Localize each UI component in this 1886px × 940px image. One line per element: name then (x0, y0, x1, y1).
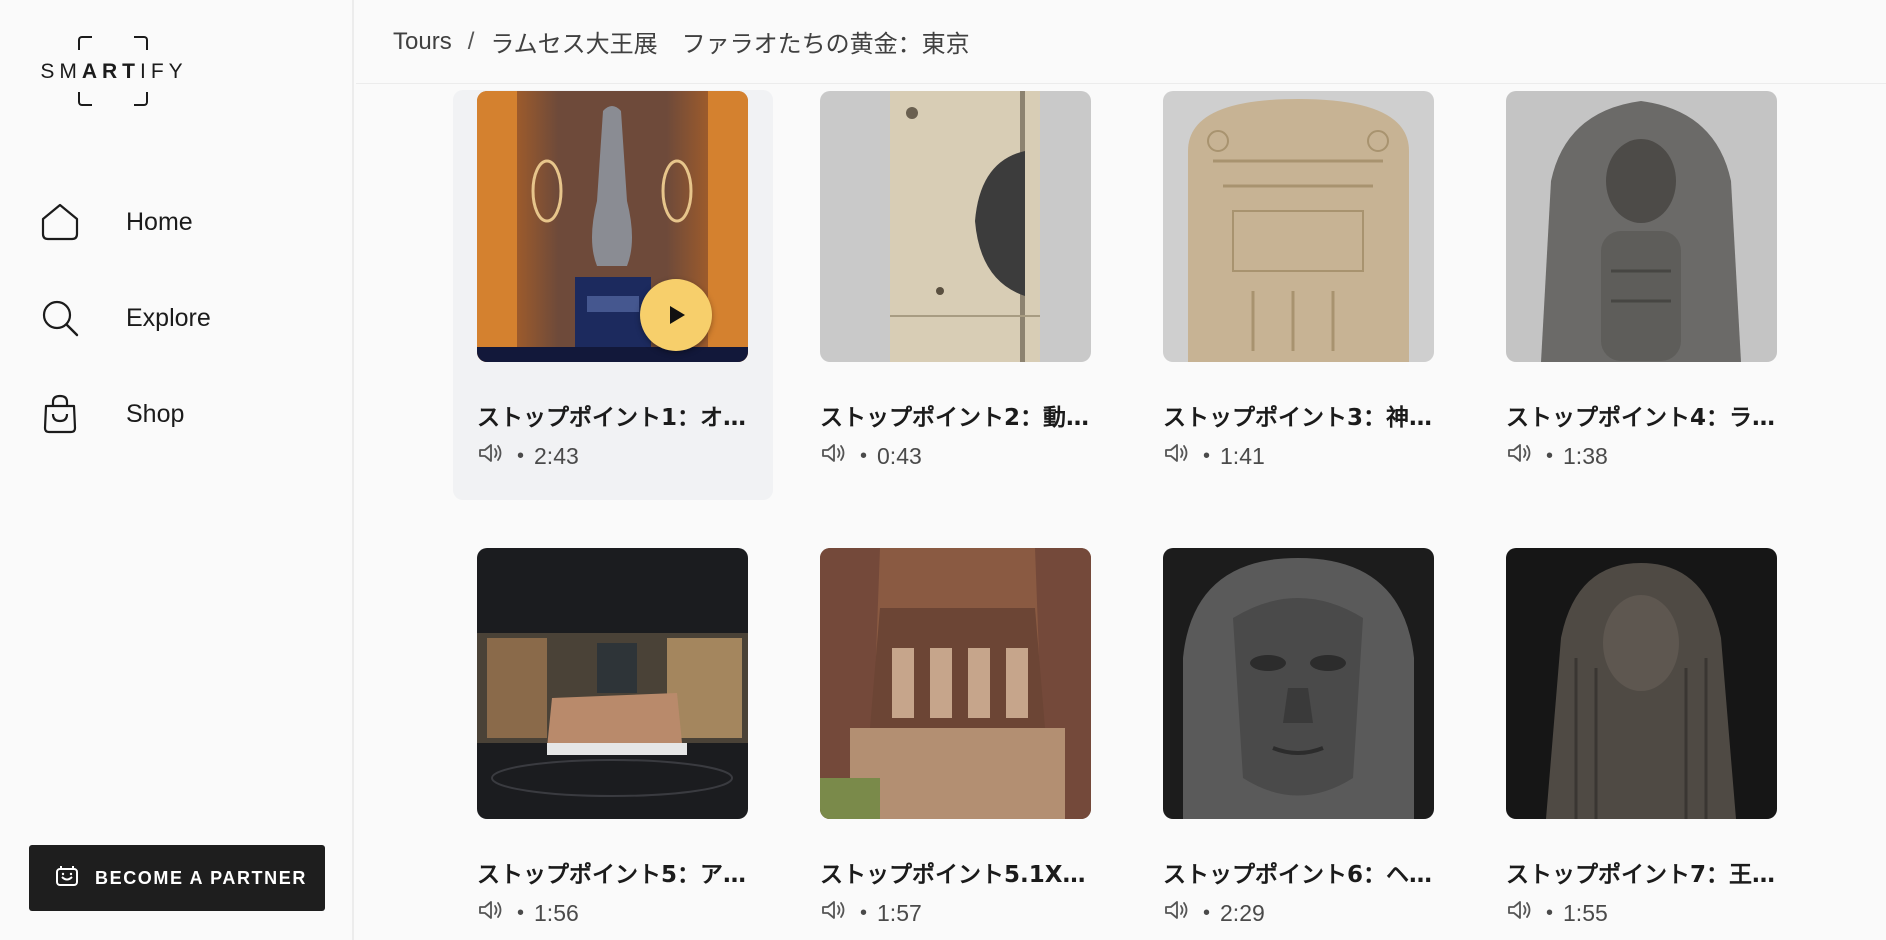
stop-grid: ストップポイント1：オ… • 2:43 ストップポイント2：動… • 0:43 … (453, 90, 1873, 940)
sidebar: SMARTIFY Home Explore Shop BECOME A PART… (0, 0, 354, 940)
speaker-icon (1163, 442, 1191, 470)
breadcrumb-current: ラムセス大王展 ファラオたちの黄金：東京 (490, 31, 970, 58)
speaker-icon (477, 899, 505, 927)
stop-thumbnail (820, 91, 1091, 362)
logo-text-post: IFY (140, 60, 188, 83)
stop-title: ストップポイント2：動… (820, 405, 1090, 431)
meta-separator: • (1203, 444, 1211, 467)
stop-meta: • 0:43 (820, 442, 922, 470)
stop-meta: • 2:43 (477, 442, 579, 470)
stop-duration: 1:56 (534, 899, 579, 926)
logo-wordmark: SMARTIFY (36, 60, 192, 84)
speaker-icon (820, 899, 848, 927)
speaker-icon (1506, 442, 1534, 470)
stop-meta: • 2:29 (1163, 899, 1265, 927)
speaker-icon (477, 442, 505, 470)
stop-thumbnail (477, 548, 748, 819)
speaker-icon (1506, 899, 1534, 927)
meta-separator: • (1546, 901, 1554, 924)
play-button[interactable] (640, 279, 712, 351)
nav-item-shop[interactable]: Shop (36, 386, 211, 442)
play-icon (670, 306, 685, 324)
logo-corner (134, 36, 148, 50)
stop-meta: • 1:55 (1506, 899, 1608, 927)
logo-text-bold: ART (81, 60, 140, 83)
stop-meta: • 1:41 (1163, 442, 1265, 470)
meta-separator: • (860, 901, 868, 924)
stop-thumbnail (820, 548, 1091, 819)
stop-card-3[interactable]: ストップポイント3：神… • 1:41 (1139, 90, 1459, 500)
stop-title: ストップポイント1：オ… (477, 405, 747, 431)
breadcrumb-tours-link[interactable]: Tours (393, 28, 452, 56)
meta-separator: • (860, 444, 868, 467)
logo-corner (134, 92, 148, 106)
stop-card-4[interactable]: ストップポイント4：ラ… • 1:38 (1482, 90, 1802, 500)
breadcrumb: Tours / ラムセス大王展 ファラオたちの黄金：東京 (356, 0, 1886, 84)
stop-card-7[interactable]: ストップポイント6：ヘ… • 2:29 (1139, 547, 1459, 940)
stop-title: ストップポイント6：ヘ… (1163, 862, 1433, 888)
become-partner-button[interactable]: BECOME A PARTNER (29, 845, 325, 911)
nav-label-shop: Shop (126, 399, 185, 428)
stop-title: ストップポイント3：神… (1163, 405, 1433, 431)
partner-icon (55, 864, 79, 892)
stop-duration: 1:57 (877, 899, 922, 926)
stop-thumbnail (1163, 91, 1434, 362)
breadcrumb-separator: / (467, 27, 475, 55)
stop-card-6[interactable]: ストップポイント5.1X… • 1:57 (796, 547, 1116, 940)
logo-corner (78, 92, 92, 106)
smartify-logo[interactable]: SMARTIFY (36, 36, 192, 108)
meta-separator: • (1546, 444, 1554, 467)
meta-separator: • (517, 901, 525, 924)
search-icon (36, 294, 84, 342)
stop-duration: 1:38 (1563, 442, 1608, 469)
stop-card-2[interactable]: ストップポイント2：動… • 0:43 (796, 90, 1116, 500)
meta-separator: • (517, 444, 525, 467)
partner-button-label: BECOME A PARTNER (95, 867, 307, 888)
nav-item-explore[interactable]: Explore (36, 290, 211, 346)
stop-thumbnail (1163, 548, 1434, 819)
app-window: SMARTIFY Home Explore Shop BECOME A PART… (0, 0, 1886, 940)
meta-separator: • (1203, 901, 1211, 924)
stop-duration: 2:29 (1220, 899, 1265, 926)
nav-label-home: Home (126, 207, 193, 236)
shopping-bag-icon (36, 390, 84, 438)
stop-meta: • 1:38 (1506, 442, 1608, 470)
logo-text-pre: SM (40, 60, 82, 83)
stop-title: ストップポイント5.1X… (820, 862, 1086, 888)
stop-thumbnail (1506, 548, 1777, 819)
stop-duration: 0:43 (877, 442, 922, 469)
nav-label-explore: Explore (126, 303, 211, 332)
nav-item-home[interactable]: Home (36, 194, 211, 250)
speaker-icon (1163, 899, 1191, 927)
stop-thumbnail (1506, 91, 1777, 362)
speaker-icon (820, 442, 848, 470)
stop-meta: • 1:56 (477, 899, 579, 927)
home-icon (36, 198, 84, 246)
logo-corner (78, 36, 92, 50)
stop-duration: 2:43 (534, 442, 579, 469)
stop-meta: • 1:57 (820, 899, 922, 927)
stop-card-5[interactable]: ストップポイント5：ア… • 1:56 (453, 547, 773, 940)
stop-card-8[interactable]: ストップポイント7：王… • 1:55 (1482, 547, 1802, 940)
stop-title: ストップポイント7：王… (1506, 862, 1776, 888)
stop-card-1[interactable]: ストップポイント1：オ… • 2:43 (453, 90, 773, 500)
sidebar-nav: Home Explore Shop (36, 194, 211, 482)
stop-duration: 1:55 (1563, 899, 1608, 926)
stop-duration: 1:41 (1220, 442, 1265, 469)
stop-title: ストップポイント4：ラ… (1506, 405, 1776, 431)
stop-title: ストップポイント5：ア… (477, 862, 747, 888)
